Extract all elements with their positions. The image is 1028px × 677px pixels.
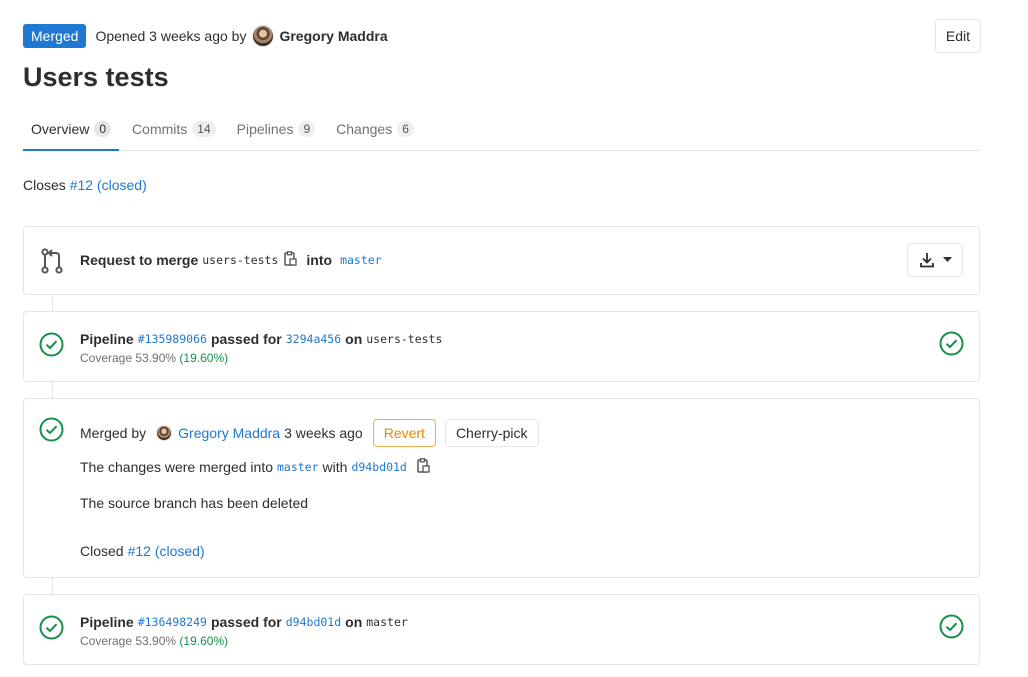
closed-prefix: Closed bbox=[80, 543, 124, 559]
merge-request-widget: Request to merge users-tests into master bbox=[23, 226, 980, 295]
changes-merged-text: The changes were merged into bbox=[80, 459, 273, 475]
commit-link[interactable]: 3294a456 bbox=[286, 332, 341, 346]
closes-prefix: Closes bbox=[23, 177, 66, 193]
cherry-pick-button[interactable]: Cherry-pick bbox=[444, 419, 539, 447]
mr-tabs: Overview 0 Commits 14 Pipelines 9 Change… bbox=[23, 108, 980, 151]
tab-label: Pipelines bbox=[236, 121, 294, 137]
status-success-icon[interactable] bbox=[39, 332, 64, 360]
merge-request-line: Request to merge users-tests into master bbox=[80, 251, 382, 269]
page-title: Users tests bbox=[23, 62, 169, 92]
closed-issue-link[interactable]: #12 (closed) bbox=[128, 543, 205, 559]
pipeline-status-line: Pipeline #135989066 passed for 3294a456 … bbox=[80, 331, 446, 347]
tab-count: 14 bbox=[192, 121, 216, 137]
coverage-line: Coverage 53.90% (19.60%) bbox=[80, 634, 228, 648]
author-name[interactable]: Gregory Maddra bbox=[279, 28, 387, 44]
truncated-text bbox=[24, 0, 324, 2]
tab-count: 9 bbox=[298, 121, 316, 137]
pipeline-id-link[interactable]: #136498249 bbox=[138, 615, 207, 629]
coverage-delta: (19.60%) bbox=[179, 351, 229, 365]
closes-line: Closes #12 (closed) bbox=[23, 177, 147, 193]
target-branch-link[interactable]: master bbox=[277, 460, 319, 474]
status-badge: Merged bbox=[23, 24, 87, 48]
copy-clipboard-icon[interactable] bbox=[417, 458, 430, 476]
passed-for-label: passed for bbox=[210, 614, 282, 630]
status-success-icon bbox=[39, 417, 64, 445]
pipeline-widget: Pipeline #136498249 passed for d94bd01d … bbox=[23, 594, 980, 665]
download-icon bbox=[919, 253, 934, 268]
revert-button[interactable]: Revert bbox=[372, 419, 436, 447]
coverage-line: Coverage 53.90% (19.60%) bbox=[80, 351, 228, 365]
tab-label: Commits bbox=[132, 121, 188, 137]
pipeline-status-line: Pipeline #136498249 passed for d94bd01d … bbox=[80, 614, 412, 630]
target-branch-link[interactable]: master bbox=[340, 253, 382, 267]
mr-header: Merged Opened 3 weeks ago by Gregory Mad… bbox=[23, 19, 981, 53]
timeline-connector bbox=[52, 578, 53, 594]
merge-commit-line: The changes were merged into master with… bbox=[80, 458, 439, 476]
pipeline-stage-success-icon[interactable] bbox=[939, 614, 964, 642]
merged-time: 3 weeks ago bbox=[284, 425, 363, 441]
coverage-text: Coverage 53.90% bbox=[80, 634, 177, 648]
merged-widget: Merged by Gregory Maddra 3 weeks ago Rev… bbox=[23, 398, 980, 578]
merge-request-icon bbox=[39, 248, 65, 277]
closed-issues-line: Closed #12 (closed) bbox=[80, 543, 205, 559]
chevron-down-icon bbox=[942, 257, 952, 262]
tab-commits[interactable]: Commits 14 bbox=[124, 108, 224, 150]
download-dropdown-button[interactable] bbox=[907, 243, 963, 277]
author-avatar[interactable] bbox=[252, 25, 275, 47]
merge-commit-link[interactable]: d94bd01d bbox=[351, 460, 406, 474]
on-label: on bbox=[345, 331, 363, 347]
timeline-connector bbox=[52, 295, 53, 311]
coverage-delta: (19.60%) bbox=[179, 634, 229, 648]
source-branch: users-tests bbox=[202, 253, 279, 267]
pipeline-label: Pipeline bbox=[80, 331, 134, 347]
tab-label: Changes bbox=[336, 121, 393, 137]
pipeline-id-link[interactable]: #135989066 bbox=[138, 332, 207, 346]
into-label: into bbox=[306, 252, 333, 268]
tab-count: 0 bbox=[94, 120, 112, 137]
merger-name-link[interactable]: Gregory Maddra bbox=[178, 425, 280, 441]
merger-avatar[interactable] bbox=[156, 425, 173, 441]
merged-by-line: Merged by Gregory Maddra 3 weeks ago Rev… bbox=[80, 419, 539, 447]
edit-button[interactable]: Edit bbox=[934, 19, 981, 53]
opened-text: Opened 3 weeks ago by bbox=[95, 28, 247, 44]
tab-count: 6 bbox=[397, 121, 414, 137]
pipeline-stage-success-icon[interactable] bbox=[939, 331, 964, 359]
status-success-icon[interactable] bbox=[39, 615, 64, 643]
copy-clipboard-icon[interactable] bbox=[284, 251, 298, 269]
coverage-text: Coverage 53.90% bbox=[80, 351, 177, 365]
on-label: on bbox=[345, 614, 363, 630]
pipeline-widget: Pipeline #135989066 passed for 3294a456 … bbox=[23, 311, 980, 382]
with-label: with bbox=[322, 459, 348, 475]
merged-by-label: Merged by bbox=[80, 425, 147, 441]
pipeline-label: Pipeline bbox=[80, 614, 134, 630]
tab-changes[interactable]: Changes 6 bbox=[328, 108, 422, 150]
commit-link[interactable]: d94bd01d bbox=[286, 615, 341, 629]
timeline-connector bbox=[52, 382, 53, 398]
source-branch-deleted: The source branch has been deleted bbox=[80, 495, 309, 511]
passed-for-label: passed for bbox=[210, 331, 282, 347]
branch-name: master bbox=[366, 615, 408, 629]
closes-issue-link[interactable]: #12 (closed) bbox=[70, 177, 147, 193]
tab-label: Overview bbox=[31, 120, 90, 137]
tab-pipelines[interactable]: Pipelines 9 bbox=[229, 108, 324, 150]
merge-request-label: Request to merge bbox=[80, 252, 199, 268]
tab-overview[interactable]: Overview 0 bbox=[23, 108, 120, 151]
branch-name: users-tests bbox=[366, 332, 443, 346]
